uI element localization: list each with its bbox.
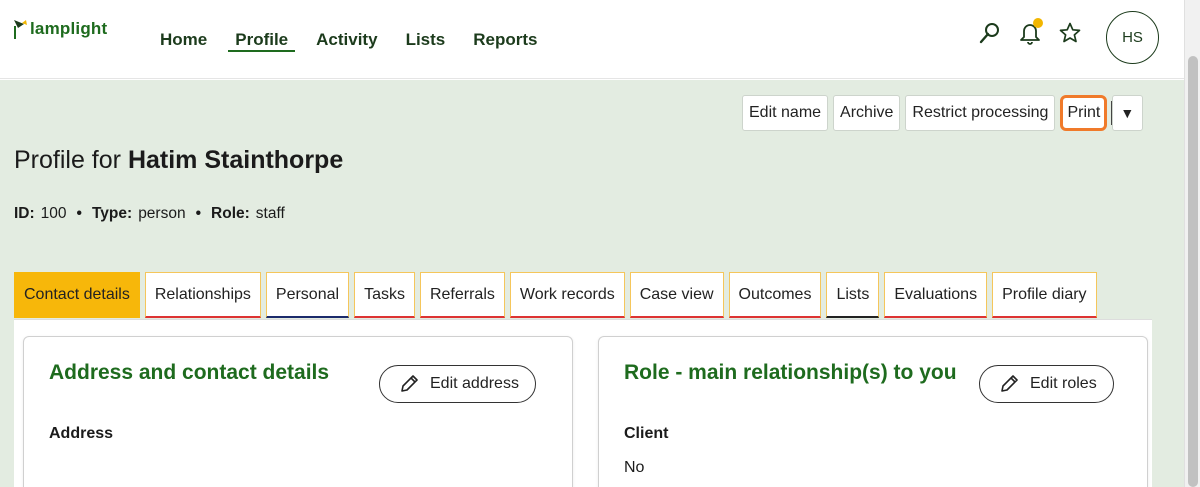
top-navigation-bar: lamplight Home Profile Activity Lists Re…: [0, 0, 1184, 79]
more-actions-dropdown[interactable]: ▼: [1111, 95, 1144, 131]
tab-relationships[interactable]: Relationships: [144, 272, 261, 318]
client-label: Client: [624, 425, 669, 442]
address-label: Address: [49, 425, 114, 442]
notification-dot: [1033, 18, 1043, 28]
tab-referrals[interactable]: Referrals: [419, 272, 505, 318]
tab-evaluations[interactable]: Evaluations: [884, 272, 988, 318]
edit-address-button[interactable]: Edit address: [379, 365, 536, 403]
button-label: Edit roles: [1030, 375, 1097, 392]
type-value: person: [138, 205, 186, 222]
top-icons: [975, 18, 1095, 48]
role-label: Role:: [211, 205, 250, 222]
lamp-icon: [14, 20, 27, 39]
nav-item-activity[interactable]: Activity: [306, 0, 387, 79]
profile-meta: ID: 100 • Type: person • Role: staff: [14, 205, 285, 223]
title-prefix: Profile for: [14, 146, 121, 174]
page-scrollbar[interactable]: [1184, 0, 1200, 487]
page-title: Profile for Hatim Stainthorpe: [14, 146, 343, 175]
profile-action-bar: Edit name Archive Restrict processing Pr…: [742, 95, 1144, 131]
edit-name-button[interactable]: Edit name: [742, 95, 829, 131]
nav-item-reports[interactable]: Reports: [463, 0, 547, 79]
tab-work-records[interactable]: Work records: [509, 272, 625, 318]
nav-label: Lists: [405, 29, 446, 49]
tab-lists[interactable]: Lists: [826, 272, 880, 318]
star-icon[interactable]: [1055, 18, 1085, 48]
card-title: Role - main relationship(s) to you: [624, 361, 957, 384]
nav-label: Activity: [316, 29, 378, 49]
print-button[interactable]: Print: [1060, 95, 1108, 131]
edit-roles-button[interactable]: Edit roles: [979, 365, 1114, 403]
button-label: Edit address: [430, 375, 519, 392]
avatar-initials: HS: [1122, 29, 1143, 46]
nav-item-lists[interactable]: Lists: [396, 0, 456, 79]
dropdown-arrow-icon: ▼: [1120, 105, 1135, 121]
restrict-processing-button[interactable]: Restrict processing: [905, 95, 1056, 131]
type-label: Type:: [91, 205, 133, 222]
tab-case-view[interactable]: Case view: [629, 272, 724, 318]
archive-button[interactable]: Archive: [833, 95, 901, 131]
nav-item-home[interactable]: Home: [150, 0, 217, 79]
brand-name: lamplight: [30, 19, 108, 38]
nav-label: Profile: [235, 29, 289, 49]
id-label: ID:: [14, 205, 35, 222]
separator: •: [195, 205, 202, 222]
tab-outcomes[interactable]: Outcomes: [728, 272, 822, 318]
main-nav: Home Profile Activity Lists Reports: [150, 0, 555, 79]
client-value: No: [624, 459, 645, 476]
user-avatar[interactable]: HS: [1106, 11, 1159, 64]
card-title: Address and contact details: [49, 361, 330, 384]
split-divider: [1111, 101, 1113, 125]
pencil-icon: [401, 375, 418, 392]
tab-personal[interactable]: Personal: [265, 272, 350, 318]
lamplight-logo[interactable]: lamplight: [12, 18, 107, 40]
pencil-icon: [1001, 375, 1018, 392]
nav-label: Home: [160, 29, 208, 49]
nav-item-profile[interactable]: Profile: [225, 0, 298, 79]
bell-icon[interactable]: [1015, 18, 1045, 48]
scrollbar-thumb[interactable]: [1188, 56, 1198, 487]
profile-name: Hatim Stainthorpe: [127, 146, 344, 174]
separator: •: [76, 205, 82, 222]
profile-tabs: Contact details Relationships Personal T…: [14, 272, 1102, 318]
role-card: Role - main relationship(s) to you Edit …: [598, 336, 1148, 487]
search-icon[interactable]: [975, 18, 1005, 48]
tab-contact-details[interactable]: Contact details: [14, 272, 140, 318]
nav-label: Reports: [473, 29, 538, 49]
role-value: staff: [255, 205, 285, 222]
address-card: Address and contact details Edit address…: [23, 336, 573, 487]
tab-profile-diary[interactable]: Profile diary: [992, 272, 1097, 318]
tab-tasks[interactable]: Tasks: [354, 272, 415, 318]
id-value: 100: [40, 205, 67, 222]
